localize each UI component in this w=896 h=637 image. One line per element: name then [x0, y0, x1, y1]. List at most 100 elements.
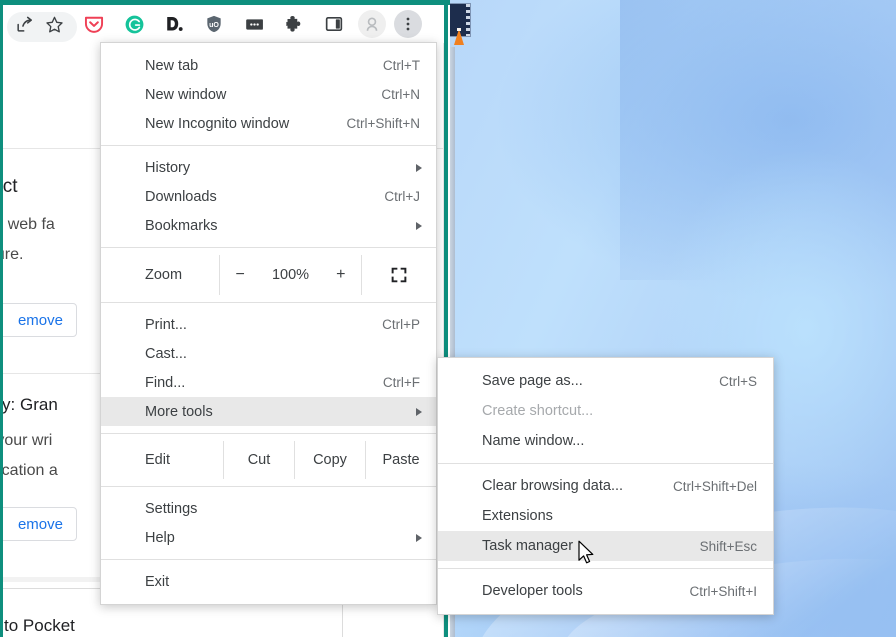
- menu-item-exit[interactable]: Exit: [101, 567, 436, 596]
- browser-toolbar: uO: [3, 5, 444, 43]
- submenu-item-name-window[interactable]: Name window...: [438, 426, 773, 456]
- svg-text:uO: uO: [209, 21, 219, 29]
- card-2-line-1: ve your wri: [3, 432, 53, 449]
- menu-item-new-incognito-window[interactable]: New Incognito window Ctrl+Shift+N: [101, 109, 436, 138]
- menu-item-shortcut: Ctrl+T: [382, 58, 420, 73]
- menu-item-shortcut: Ctrl+Shift+Del: [672, 478, 757, 494]
- menu-item-label: Exit: [145, 573, 170, 590]
- menu-item-label: More tools: [145, 403, 213, 420]
- menu-item-label: Create shortcut...: [482, 403, 594, 419]
- menu-item-label: New tab: [145, 57, 199, 74]
- side-panel-icon[interactable]: [319, 9, 349, 39]
- menu-item-shortcut: Ctrl+F: [382, 375, 420, 390]
- menu-item-label: Help: [145, 529, 175, 546]
- menu-item-print[interactable]: Print... Ctrl+P: [101, 310, 436, 339]
- menu-item-label: Settings: [145, 500, 198, 517]
- menu-item-bookmarks[interactable]: Bookmarks: [101, 211, 436, 240]
- menu-item-new-tab[interactable]: New tab Ctrl+T: [101, 51, 436, 80]
- menu-item-label: History: [145, 159, 191, 176]
- menu-item-label: Bookmarks: [145, 217, 218, 234]
- menu-separator: [101, 302, 436, 303]
- card-1-line-1: the web fa: [3, 216, 55, 233]
- menu-item-label: Print...: [145, 316, 187, 333]
- submenu-item-create-shortcut: Create shortcut...: [438, 396, 773, 426]
- menu-edit-row: Edit Cut Copy Paste: [101, 441, 436, 479]
- card-2-line-2: munication a: [3, 462, 58, 479]
- menu-item-label: Save page as...: [482, 373, 583, 389]
- zoom-level-value: 100%: [271, 267, 310, 283]
- screen: O... nnect the web fa secure. emove marl…: [0, 0, 896, 637]
- submenu-item-developer-tools[interactable]: Developer tools Ctrl+Shift+I: [438, 576, 773, 606]
- card-1-line-2: secure.: [3, 246, 24, 263]
- zoom-in-button[interactable]: +: [332, 266, 349, 284]
- edit-label: Edit: [145, 452, 170, 468]
- grammarly-icon[interactable]: [119, 9, 149, 39]
- menu-item-downloads[interactable]: Downloads Ctrl+J: [101, 182, 436, 211]
- submenu-item-save-page-as[interactable]: Save page as... Ctrl+S: [438, 366, 773, 396]
- submenu-item-clear-browsing-data[interactable]: Clear browsing data... Ctrl+Shift+Del: [438, 471, 773, 501]
- menu-item-cast[interactable]: Cast...: [101, 339, 436, 368]
- chevron-right-icon: [416, 163, 422, 172]
- zoom-controls: − 100% +: [219, 255, 362, 295]
- menu-item-shortcut: Ctrl+S: [719, 373, 757, 389]
- menu-item-label: Name window...: [482, 433, 585, 449]
- traffic-cone-icon: [454, 29, 464, 45]
- menu-item-shortcut: Ctrl+Shift+I: [689, 583, 757, 599]
- menu-item-settings[interactable]: Settings: [101, 494, 436, 523]
- menu-item-shortcut: Ctrl+P: [382, 317, 420, 332]
- remove-button-2[interactable]: emove: [3, 507, 77, 541]
- menu-separator: [101, 559, 436, 560]
- menu-item-find[interactable]: Find... Ctrl+F: [101, 368, 436, 397]
- menu-item-label: Downloads: [145, 188, 217, 205]
- three-dot-menu-icon[interactable]: [393, 9, 423, 39]
- menu-separator: [438, 568, 773, 569]
- menu-separator: [101, 247, 436, 248]
- menu-item-label: Find...: [145, 374, 186, 391]
- menu-item-shortcut: Ctrl+J: [384, 189, 420, 204]
- menu-item-shortcut: Ctrl+Shift+N: [346, 116, 420, 131]
- menu-item-label: Developer tools: [482, 583, 583, 599]
- shield-icon[interactable]: uO: [199, 9, 229, 39]
- menu-separator: [101, 145, 436, 146]
- remove-button-1[interactable]: emove: [3, 303, 77, 337]
- avatar-icon[interactable]: [357, 9, 387, 39]
- menu-separator: [438, 463, 773, 464]
- share-icon[interactable]: [9, 9, 39, 39]
- cut-button[interactable]: Cut: [223, 441, 294, 479]
- menu-item-label: New window: [145, 86, 227, 103]
- fullscreen-icon[interactable]: [362, 255, 436, 295]
- zoom-out-button[interactable]: −: [232, 266, 249, 284]
- menu-zoom-row: Zoom − 100% +: [101, 255, 436, 295]
- menu-item-shortcut: Shift+Esc: [699, 538, 757, 554]
- pocket-icon[interactable]: [79, 9, 109, 39]
- submenu-item-extensions[interactable]: Extensions: [438, 501, 773, 531]
- card-1-title: nnect: [3, 176, 18, 197]
- menu-item-shortcut: Ctrl+N: [381, 87, 420, 102]
- menu-item-label: Extensions: [482, 508, 553, 524]
- menu-separator: [101, 433, 436, 434]
- bookmark-star-icon[interactable]: [39, 9, 69, 39]
- pocket-card-label: to Pocket: [4, 616, 75, 635]
- menu-item-label: Task manager: [482, 538, 574, 554]
- submenu-item-task-manager[interactable]: Task manager Shift+Esc: [438, 531, 773, 561]
- menu-item-label: Cast...: [145, 345, 187, 362]
- chevron-right-icon: [416, 221, 422, 230]
- copy-button[interactable]: Copy: [294, 441, 365, 479]
- card-2-title: marly: Gran: [3, 395, 58, 414]
- puzzle-icon[interactable]: [279, 9, 309, 39]
- dashlane-icon[interactable]: [159, 9, 189, 39]
- film-perforation: [466, 4, 470, 36]
- vlc-media-file-icon[interactable]: [449, 3, 471, 47]
- menu-item-label: New Incognito window: [145, 115, 290, 132]
- menu-item-new-window[interactable]: New window Ctrl+N: [101, 80, 436, 109]
- dots-box-icon[interactable]: [239, 9, 269, 39]
- chrome-main-menu: New tab Ctrl+T New window Ctrl+N New Inc…: [100, 42, 437, 605]
- cone-top: [457, 28, 461, 31]
- menu-item-more-tools[interactable]: More tools: [101, 397, 436, 426]
- menu-separator: [101, 486, 436, 487]
- menu-item-help[interactable]: Help: [101, 523, 436, 552]
- menu-item-label: Clear browsing data...: [482, 478, 624, 494]
- paste-button[interactable]: Paste: [365, 441, 436, 479]
- menu-item-history[interactable]: History: [101, 153, 436, 182]
- chevron-right-icon: [416, 407, 422, 416]
